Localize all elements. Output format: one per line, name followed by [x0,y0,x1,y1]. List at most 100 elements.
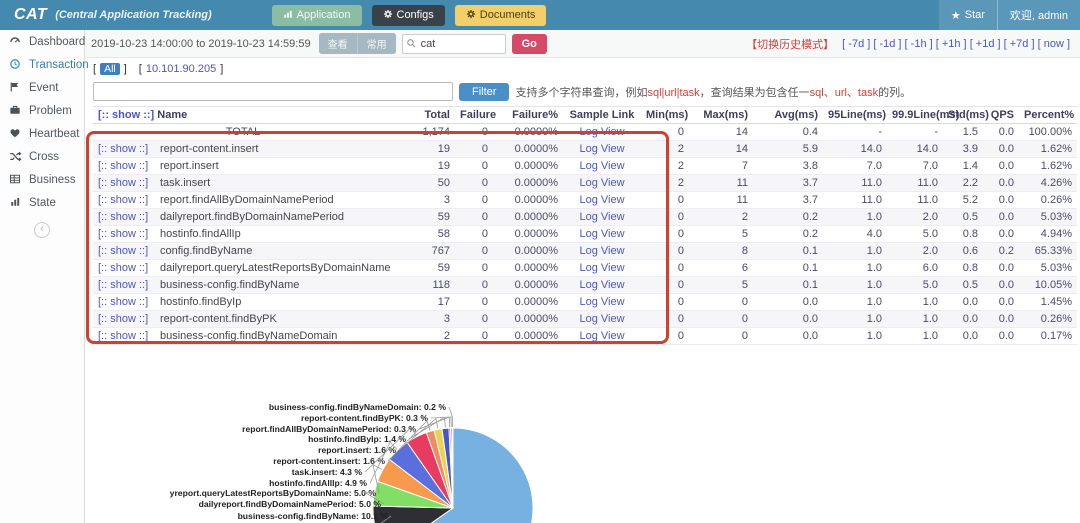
value-cell: 2 [641,140,689,158]
show-link[interactable]: [:: show ::] [98,211,160,223]
column-header-max-ms-: Max(ms) [689,106,753,124]
time-shift-link[interactable]: [ now ] [1038,38,1070,50]
log-view-link[interactable]: Log View [579,143,624,155]
log-view-link[interactable]: Log View [579,194,624,206]
show-link[interactable]: [:: show ::] [98,313,160,325]
value-cell: 0.0000% [493,157,563,175]
transaction-name: hostinfo.findByIp [160,296,242,308]
welcome-label: 欢迎, admin [1009,10,1068,22]
show-link[interactable]: [:: show ::] [98,262,160,274]
log-view-link[interactable]: Log View [579,330,624,342]
go-button[interactable]: Go [511,33,547,54]
nav-application-button[interactable]: Application [271,4,362,26]
value-cell: 0 [641,259,689,277]
range-common-button[interactable]: 常用 [356,33,396,54]
sidebar-item-cross[interactable]: Cross [0,145,84,168]
value-cell: 0.0 [753,327,823,345]
show-all-link[interactable]: [:: show ::] [98,109,154,121]
show-link[interactable]: [:: show ::] [98,194,160,206]
transaction-name-cell: [:: show ::] business-config.findByNameDo… [93,327,393,345]
value-cell: 0.0000% [493,293,563,311]
time-shift-link[interactable]: [ +1d ] [970,38,1004,50]
nav-configs-label: Configs [396,9,434,21]
log-view-link[interactable]: Log View [579,262,624,274]
value-cell: 0.0000% [493,174,563,192]
sample-link-cell: Log View [563,157,641,175]
value-cell: 0.5 [943,208,983,226]
log-view-link[interactable]: Log View [579,279,624,291]
sidebar-item-label: Problem [29,104,72,117]
log-view-link[interactable]: Log View [579,211,624,223]
value-cell: 1,174 [393,123,455,141]
time-shift-link[interactable]: [ -1h ] [905,38,936,50]
show-link[interactable]: [:: show ::] [98,296,160,308]
sidebar-item-business[interactable]: Business [0,168,84,191]
show-link[interactable]: [:: show ::] [98,245,160,257]
pie-label-dailyreport.findByDomainNamePeriod: dailyreport.findByDomainNamePeriod: 5.0 … [199,499,382,509]
value-cell: 3.8 [753,157,823,175]
show-link[interactable]: [:: show ::] [98,279,160,291]
sample-link-cell: Log View [563,293,641,311]
time-shift-link[interactable]: [ +7d ] [1004,38,1038,50]
time-shift-link[interactable]: [ -1d ] [873,38,904,50]
sidebar-item-problem[interactable]: Problem [0,99,84,122]
value-cell: 3.7 [753,191,823,209]
filter-button[interactable]: Filter [459,82,510,101]
nav-documents-label: Documents [479,9,536,21]
filter-input[interactable] [93,82,453,101]
show-link[interactable]: [:: show ::] [98,177,160,189]
bracket: [ [93,62,97,75]
transaction-name: report.findAllByDomainNamePeriod [160,194,334,206]
value-cell: 0.1 [753,259,823,277]
value-cell: 0 [689,327,753,345]
value-cell: 0.0 [983,157,1019,175]
log-view-link[interactable]: Log View [579,296,624,308]
time-shift-link[interactable]: [ -7d ] [842,38,873,50]
show-link[interactable]: [:: show ::] [98,228,160,240]
log-view-link[interactable]: Log View [579,245,624,257]
briefcase-icon [9,104,22,117]
value-cell: 0 [455,157,493,175]
show-link[interactable]: [:: show ::] [98,330,160,342]
sidebar-item-transaction[interactable]: Transaction [0,53,89,76]
value-cell: 0.0000% [493,259,563,277]
machine-ip-link[interactable]: 10.101.90.205 [146,63,216,75]
value-cell: 0.0 [983,208,1019,226]
value-cell: 0.2 [753,208,823,226]
log-view-link[interactable]: Log View [579,126,624,138]
sidebar-collapse-button[interactable]: ‹ [34,222,50,238]
range-view-button[interactable]: 查看 [318,33,357,54]
history-mode-link[interactable]: 【切换历史模式】 [746,36,834,52]
value-cell: 8 [689,242,753,260]
log-view-link[interactable]: Log View [579,177,624,189]
nav-documents-button[interactable]: Documents [454,4,547,26]
value-cell: 0 [689,310,753,328]
show-link[interactable]: [:: show ::] [98,143,160,155]
sidebar-item-heartbeat[interactable]: Heartbeat [0,122,84,145]
sidebar-item-dashboard[interactable]: Dashboard [0,30,85,53]
time-shift-link[interactable]: [ +1h ] [936,38,970,50]
transaction-name: dailyreport.queryLatestReportsByDomainNa… [160,262,391,274]
nav-configs-button[interactable]: Configs [371,4,445,26]
search-input[interactable] [401,33,506,54]
sample-link-cell: Log View [563,191,641,209]
transaction-name-cell: [:: show ::] task.insert [93,174,393,192]
log-view-link[interactable]: Log View [579,228,624,240]
time-links: 【切换历史模式】 [ -7d ] [ -1d ] [ -1h ] [ +1h ]… [746,36,1070,52]
range-button-group: 查看 常用 [318,33,396,54]
value-cell: 0.0 [943,327,983,345]
log-view-link[interactable]: Log View [579,313,624,325]
value-cell: 5.0 [887,225,943,243]
welcome-admin-button[interactable]: 欢迎, admin [996,0,1080,30]
sidebar-item-event[interactable]: Event [0,76,84,99]
machine-all-button[interactable]: All [100,62,120,75]
value-cell: 0.17% [1019,327,1077,345]
star-button[interactable]: ★ Star [938,0,997,30]
app-logo: CAT [14,6,48,23]
sidebar-item-state[interactable]: State [0,191,84,214]
transaction-name: dailyreport.findByDomainNamePeriod [160,211,345,223]
log-view-link[interactable]: Log View [579,160,624,172]
sample-link-cell: Log View [563,174,641,192]
value-cell: 5.2 [943,191,983,209]
show-link[interactable]: [:: show ::] [98,160,160,172]
